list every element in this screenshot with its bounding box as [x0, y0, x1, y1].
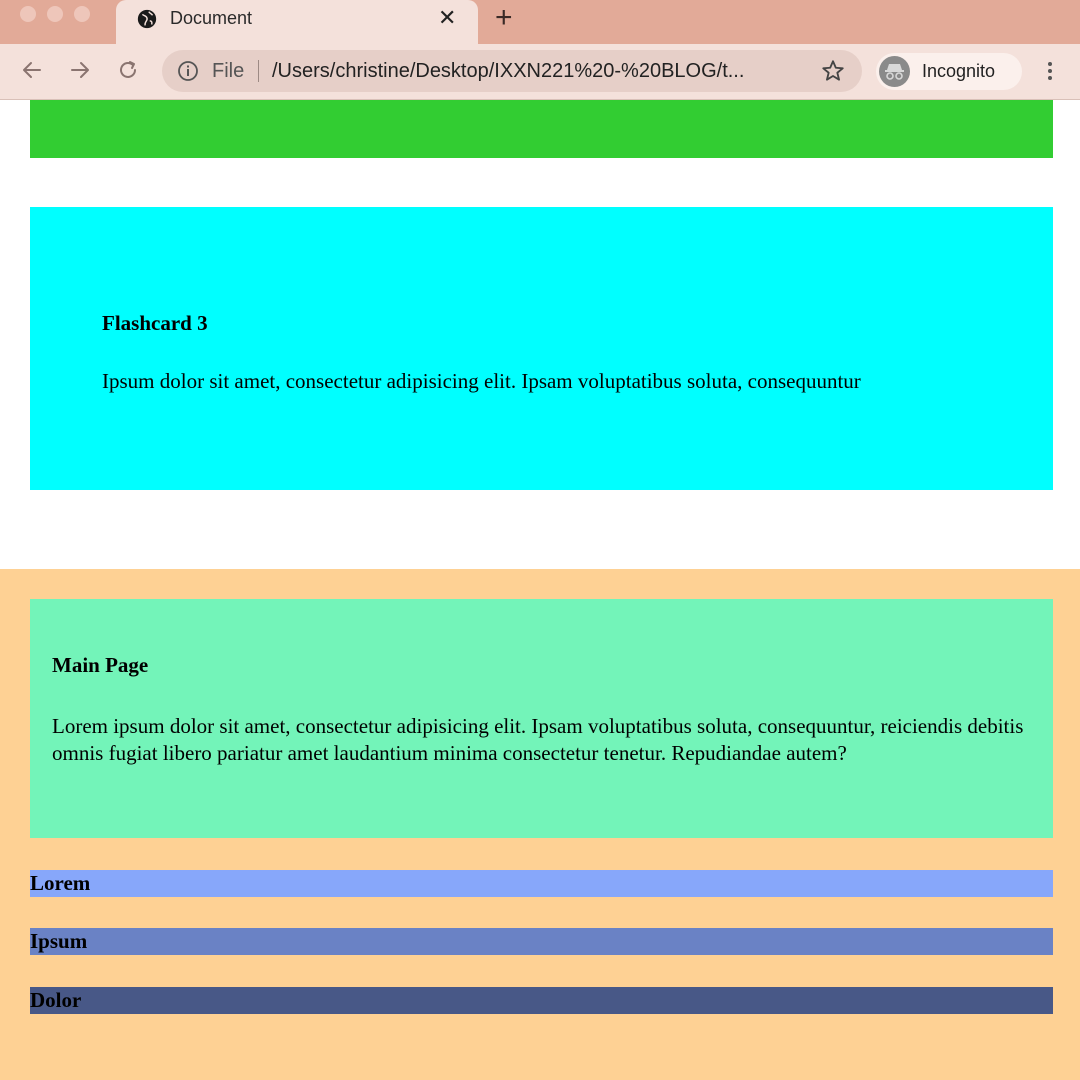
main-section: Main Page Lorem ipsum dolor sit amet, co… [0, 569, 1080, 1080]
tab-close-icon[interactable]: ✕ [438, 6, 456, 30]
url-scheme-label: File [212, 60, 245, 82]
kebab-menu-icon[interactable] [1040, 58, 1060, 84]
browser-tab[interactable]: Document ✕ [116, 0, 478, 44]
strip-ipsum: Ipsum [30, 928, 1053, 955]
flashcard-body: Ipsum dolor sit amet, consectetur adipis… [102, 369, 861, 393]
globe-icon [137, 9, 157, 29]
url-text[interactable]: /Users/christine/Desktop/IXXN221%20-%20B… [272, 60, 744, 83]
reload-icon[interactable] [116, 58, 140, 82]
new-tab-button[interactable]: + [495, 3, 513, 33]
address-separator [258, 60, 259, 82]
strip-lorem: Lorem [30, 870, 1053, 897]
info-icon[interactable] [176, 59, 200, 83]
star-icon[interactable] [820, 58, 846, 84]
close-window-button[interactable] [20, 6, 36, 22]
forward-arrow-icon[interactable] [68, 58, 92, 82]
main-card-title: Main Page [52, 653, 149, 677]
tab-title: Document [170, 8, 253, 28]
flashcard-title: Flashcard 3 [102, 311, 208, 335]
main-card-body: Lorem ipsum dolor sit amet, consectetur … [52, 714, 1024, 765]
back-arrow-icon[interactable] [20, 58, 44, 82]
window-controls [20, 6, 90, 24]
incognito-badge[interactable]: Incognito [876, 53, 1022, 90]
incognito-icon [879, 56, 910, 87]
address-bar[interactable]: File /Users/christine/Desktop/IXXN221%20… [162, 50, 862, 92]
green-banner [30, 100, 1053, 158]
minimize-window-button[interactable] [47, 6, 63, 22]
strip-dolor: Dolor [30, 987, 1053, 1014]
browser-toolbar: File /Users/christine/Desktop/IXXN221%20… [0, 44, 1080, 100]
flashcard: Flashcard 3 Ipsum dolor sit amet, consec… [30, 207, 1053, 490]
main-card: Main Page Lorem ipsum dolor sit amet, co… [30, 599, 1053, 838]
browser-titlebar: Document ✕ + [0, 0, 1080, 44]
maximize-window-button[interactable] [74, 6, 90, 22]
incognito-label: Incognito [922, 61, 996, 81]
